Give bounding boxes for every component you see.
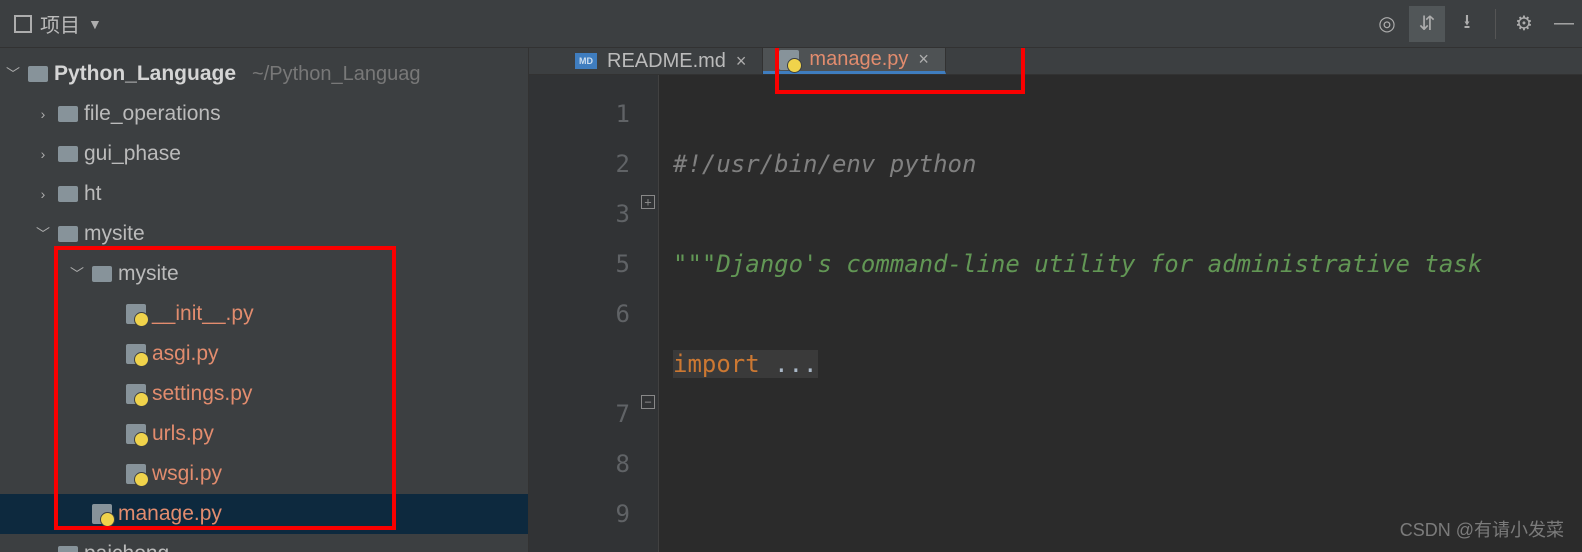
project-dropdown[interactable]: 项目 ▼	[0, 4, 116, 44]
line-number: 1	[529, 89, 630, 139]
fold-expand-icon[interactable]: +	[641, 195, 655, 209]
line-number: 9	[529, 489, 630, 539]
tree-root-label: Python_Language	[54, 62, 236, 86]
toolbar-divider	[1495, 9, 1496, 39]
hide-panel-icon[interactable]: —	[1546, 6, 1582, 42]
code-text: ...	[760, 350, 818, 378]
tree-item-label: manage.py	[118, 502, 222, 526]
python-file-icon	[126, 424, 146, 444]
chevron-down-icon[interactable]: ﹀	[68, 264, 86, 284]
watermark-text: CSDN @有请小发菜	[1400, 516, 1564, 542]
tree-item-label: mysite	[84, 222, 145, 246]
line-number: 5	[529, 239, 630, 289]
tree-item-label: mysite	[118, 262, 179, 286]
code-text: Django's command-line utility for admini…	[716, 250, 1482, 278]
chevron-right-icon[interactable]: ›	[34, 106, 52, 122]
markdown-file-icon: MD	[575, 53, 597, 69]
close-icon[interactable]: ×	[736, 51, 747, 72]
expand-all-icon[interactable]: ⭳	[1449, 6, 1485, 42]
chevron-down-icon[interactable]: ﹀	[4, 64, 22, 84]
chevron-right-icon[interactable]: ›	[34, 186, 52, 202]
code-text: import	[673, 350, 760, 378]
editor-tab-manage[interactable]: manage.py ×	[763, 48, 945, 74]
line-number: 3	[529, 189, 630, 239]
editor-tab-readme[interactable]: MD README.md ×	[559, 48, 763, 74]
chevron-down-icon: ▼	[88, 16, 102, 32]
toolbar-icons: ◎ ⇵ ⭳ ⚙ —	[1369, 6, 1582, 42]
tree-item-label: gui_phase	[84, 142, 181, 166]
line-number: 10	[529, 539, 630, 552]
collapse-icon[interactable]: ⇵	[1409, 6, 1445, 42]
line-number: 8	[529, 439, 630, 489]
folder-icon	[58, 146, 78, 162]
chevron-right-icon[interactable]: ›	[34, 146, 52, 162]
folder-icon	[58, 186, 78, 202]
tree-folder[interactable]: › ht	[0, 174, 528, 214]
tree-item-label: settings.py	[152, 382, 252, 406]
tree-folder[interactable]: › gui_phase	[0, 134, 528, 174]
tab-label: manage.py	[809, 48, 908, 71]
tree-file[interactable]: › asgi.py	[0, 334, 528, 374]
code-area[interactable]: #!/usr/bin/env python """Django's comman…	[659, 75, 1582, 552]
tree-folder[interactable]: ﹀ mysite	[0, 214, 528, 254]
line-number-gutter: 1 2 3 5 6 7 8 9 10 + −	[529, 75, 659, 552]
tree-item-label: __init__.py	[152, 302, 254, 326]
folder-icon	[92, 266, 112, 282]
tree-file[interactable]: › __init__.py	[0, 294, 528, 334]
tree-item-label: ht	[84, 182, 102, 206]
editor-pane: MD README.md × manage.py × 1 2 3 5 6 7 8	[529, 48, 1582, 552]
python-file-icon	[126, 304, 146, 324]
python-file-icon	[779, 50, 799, 70]
tree-root-path: ~/Python_Languag	[252, 63, 421, 86]
tree-item-label: wsgi.py	[152, 462, 222, 486]
chevron-down-icon[interactable]: ﹀	[34, 224, 52, 244]
tree-folder[interactable]: ﹀ mysite	[0, 254, 528, 294]
line-number: 6	[529, 289, 630, 339]
chevron-right-icon[interactable]: ›	[34, 546, 52, 552]
folder-icon	[58, 226, 78, 242]
project-tree[interactable]: ﹀ Python_Language ~/Python_Languag › fil…	[0, 48, 528, 552]
tree-file[interactable]: › wsgi.py	[0, 454, 528, 494]
project-label: 项目	[40, 9, 80, 38]
settings-gear-icon[interactable]: ⚙	[1506, 6, 1542, 42]
tree-folder[interactable]: › paichong	[0, 534, 528, 552]
python-file-icon	[126, 464, 146, 484]
tree-file[interactable]: › settings.py	[0, 374, 528, 414]
tree-file[interactable]: › urls.py	[0, 414, 528, 454]
close-icon[interactable]: ×	[918, 49, 929, 70]
tree-item-label: urls.py	[152, 422, 214, 446]
main-content: ﹀ Python_Language ~/Python_Languag › fil…	[0, 48, 1582, 552]
python-file-icon	[126, 384, 146, 404]
folder-icon	[58, 106, 78, 122]
tab-label: README.md	[607, 50, 726, 73]
folder-icon	[28, 66, 48, 82]
code-text: #!/usr/bin/env python	[673, 150, 976, 178]
line-number: 2	[529, 139, 630, 189]
editor-body: 1 2 3 5 6 7 8 9 10 + − #!/usr/bin/env py…	[529, 75, 1582, 552]
fold-collapse-icon[interactable]: −	[641, 395, 655, 409]
project-tree-panel: ﹀ Python_Language ~/Python_Languag › fil…	[0, 48, 529, 552]
line-number	[529, 339, 630, 389]
tree-folder[interactable]: › file_operations	[0, 94, 528, 134]
tree-item-label: paichong	[84, 542, 169, 552]
project-panel-icon	[14, 15, 32, 33]
tree-file-selected[interactable]: › manage.py	[0, 494, 528, 534]
code-text: """	[673, 250, 716, 278]
tree-item-label: asgi.py	[152, 342, 219, 366]
project-toolbar: 项目 ▼ ◎ ⇵ ⭳ ⚙ —	[0, 0, 1582, 48]
python-file-icon	[126, 344, 146, 364]
editor-tabstrip: MD README.md × manage.py ×	[529, 48, 1582, 75]
target-icon[interactable]: ◎	[1369, 6, 1405, 42]
tree-root[interactable]: ﹀ Python_Language ~/Python_Languag	[0, 54, 528, 94]
python-file-icon	[92, 504, 112, 524]
tree-item-label: file_operations	[84, 102, 221, 126]
folder-icon	[58, 546, 78, 552]
line-number: 7	[529, 389, 630, 439]
